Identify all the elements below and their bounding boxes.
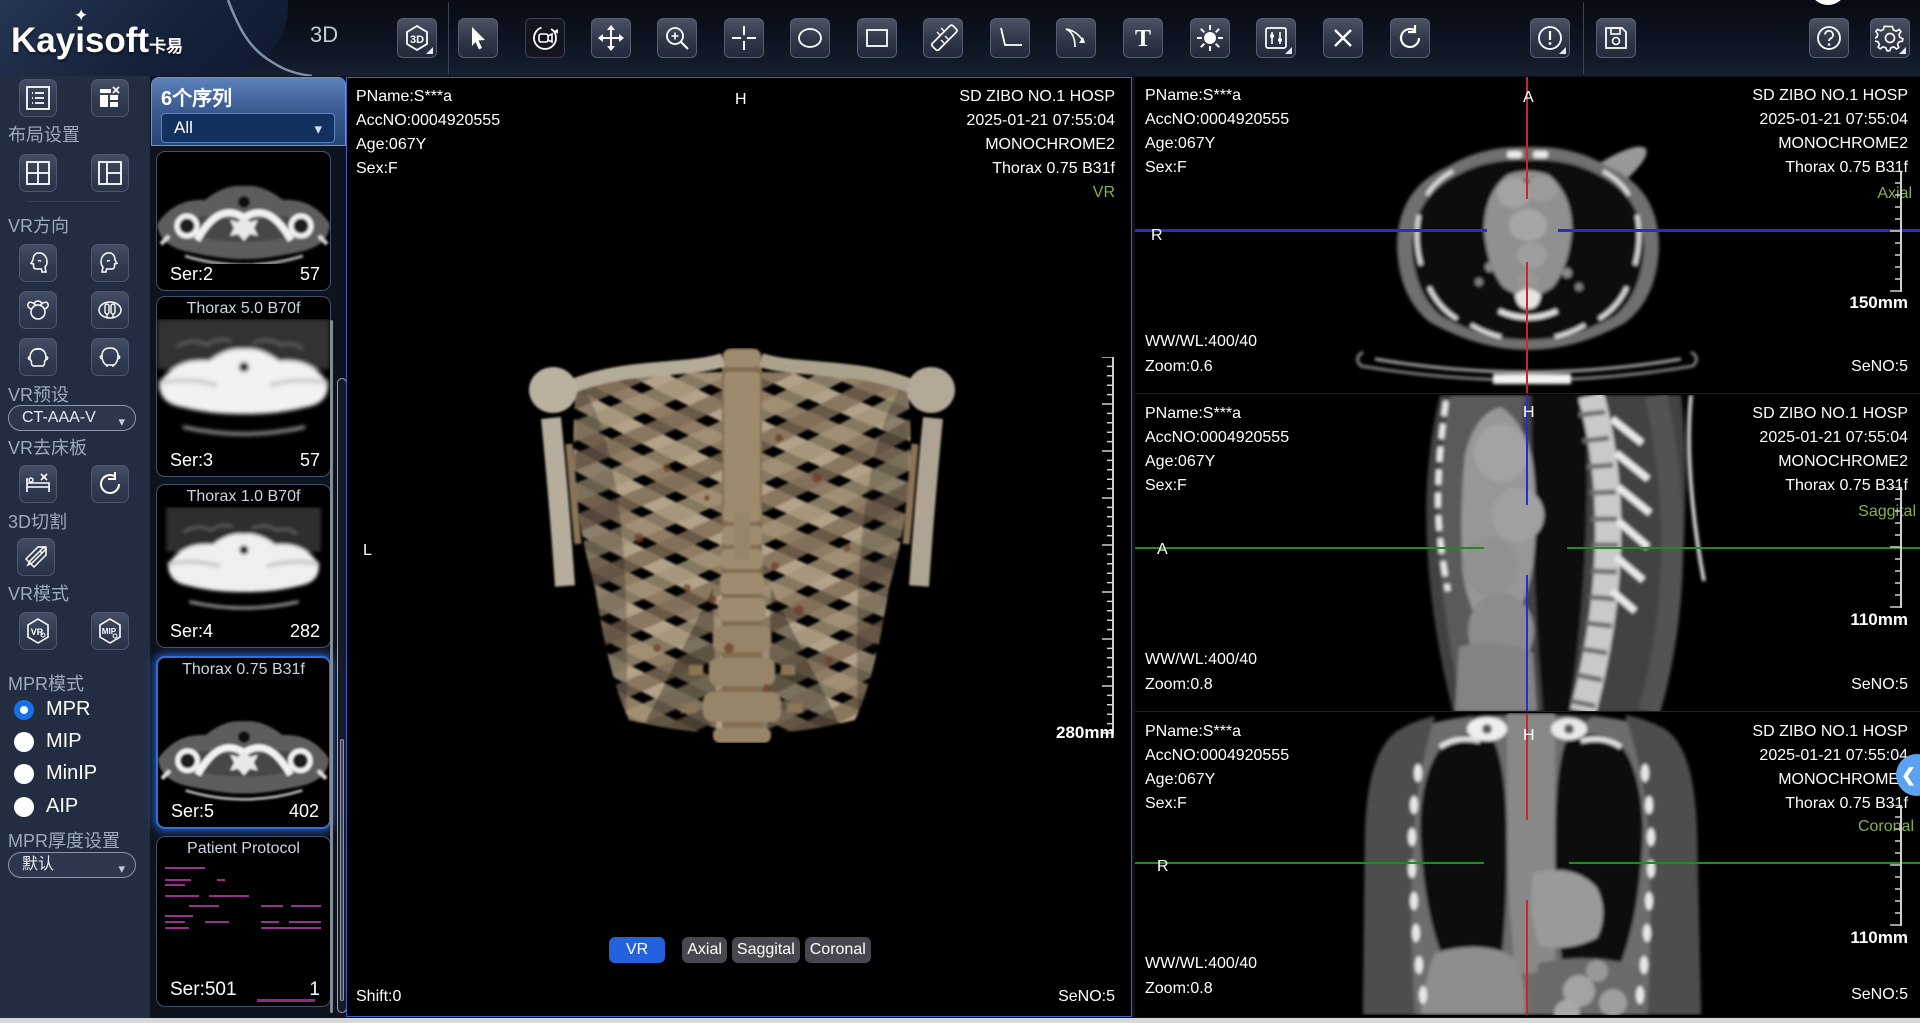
svg-text:3D: 3D	[410, 34, 424, 46]
svg-text:T: T	[1135, 26, 1151, 52]
svg-text:VR: VR	[31, 627, 44, 637]
svg-text:MIP: MIP	[102, 627, 117, 636]
